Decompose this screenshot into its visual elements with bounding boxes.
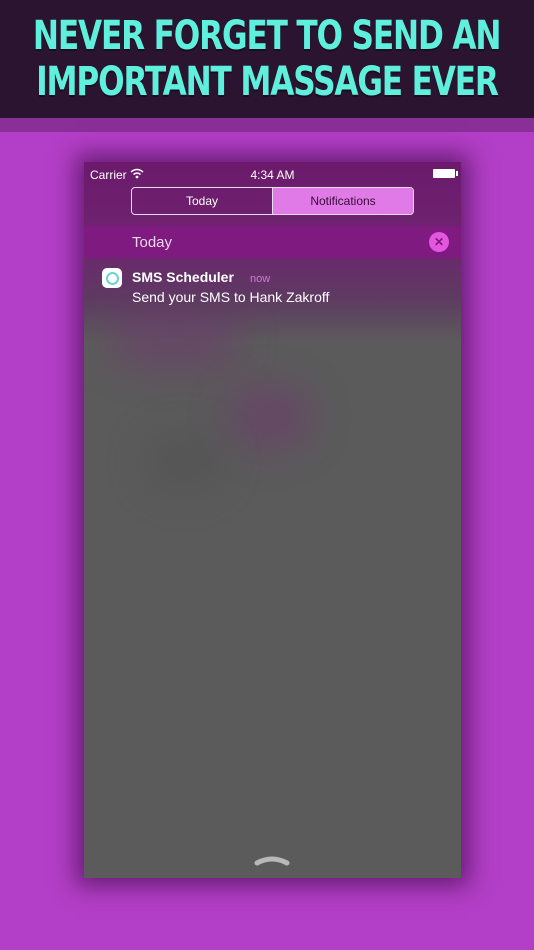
promo-headline-line-1: NEVER FORGET TO SEND AN xyxy=(33,13,502,59)
blur-decoration xyxy=(104,312,244,372)
status-time: 4:34 AM xyxy=(250,168,295,182)
notification-time: now xyxy=(250,273,271,285)
section-title: Today xyxy=(132,234,173,251)
promo-banner: NEVER FORGET TO SEND AN IMPORTANT MASSAG… xyxy=(0,0,534,118)
notification-message: Send your SMS to Hank Zakroff xyxy=(132,289,330,305)
sms-scheduler-app-icon xyxy=(102,268,122,288)
notification-item[interactable]: SMS Scheduler now Send your SMS to Hank … xyxy=(84,266,461,316)
promo-headline-line-2: IMPORTANT MASSAGE EVER xyxy=(36,59,499,105)
tab-notifications[interactable]: Notifications xyxy=(273,188,413,214)
battery-icon xyxy=(433,169,458,178)
banner-divider xyxy=(0,118,534,132)
view-segmented-control: Today Notifications xyxy=(131,187,414,215)
phone-screenshot: Carrier 4:34 AM Today Notifications Toda… xyxy=(84,162,461,878)
blur-decoration xyxy=(144,432,224,492)
app-icon-glyph xyxy=(105,271,119,285)
section-header-today: Today ✕ xyxy=(84,226,461,258)
notification-app-name: SMS Scheduler xyxy=(132,269,234,285)
blur-decoration xyxy=(224,382,314,452)
clear-notifications-button[interactable]: ✕ xyxy=(429,232,449,252)
tab-today[interactable]: Today xyxy=(132,188,273,214)
grabber-handle-icon[interactable] xyxy=(254,854,290,866)
status-bar: Carrier 4:34 AM xyxy=(84,166,461,182)
close-icon: ✕ xyxy=(433,235,445,249)
